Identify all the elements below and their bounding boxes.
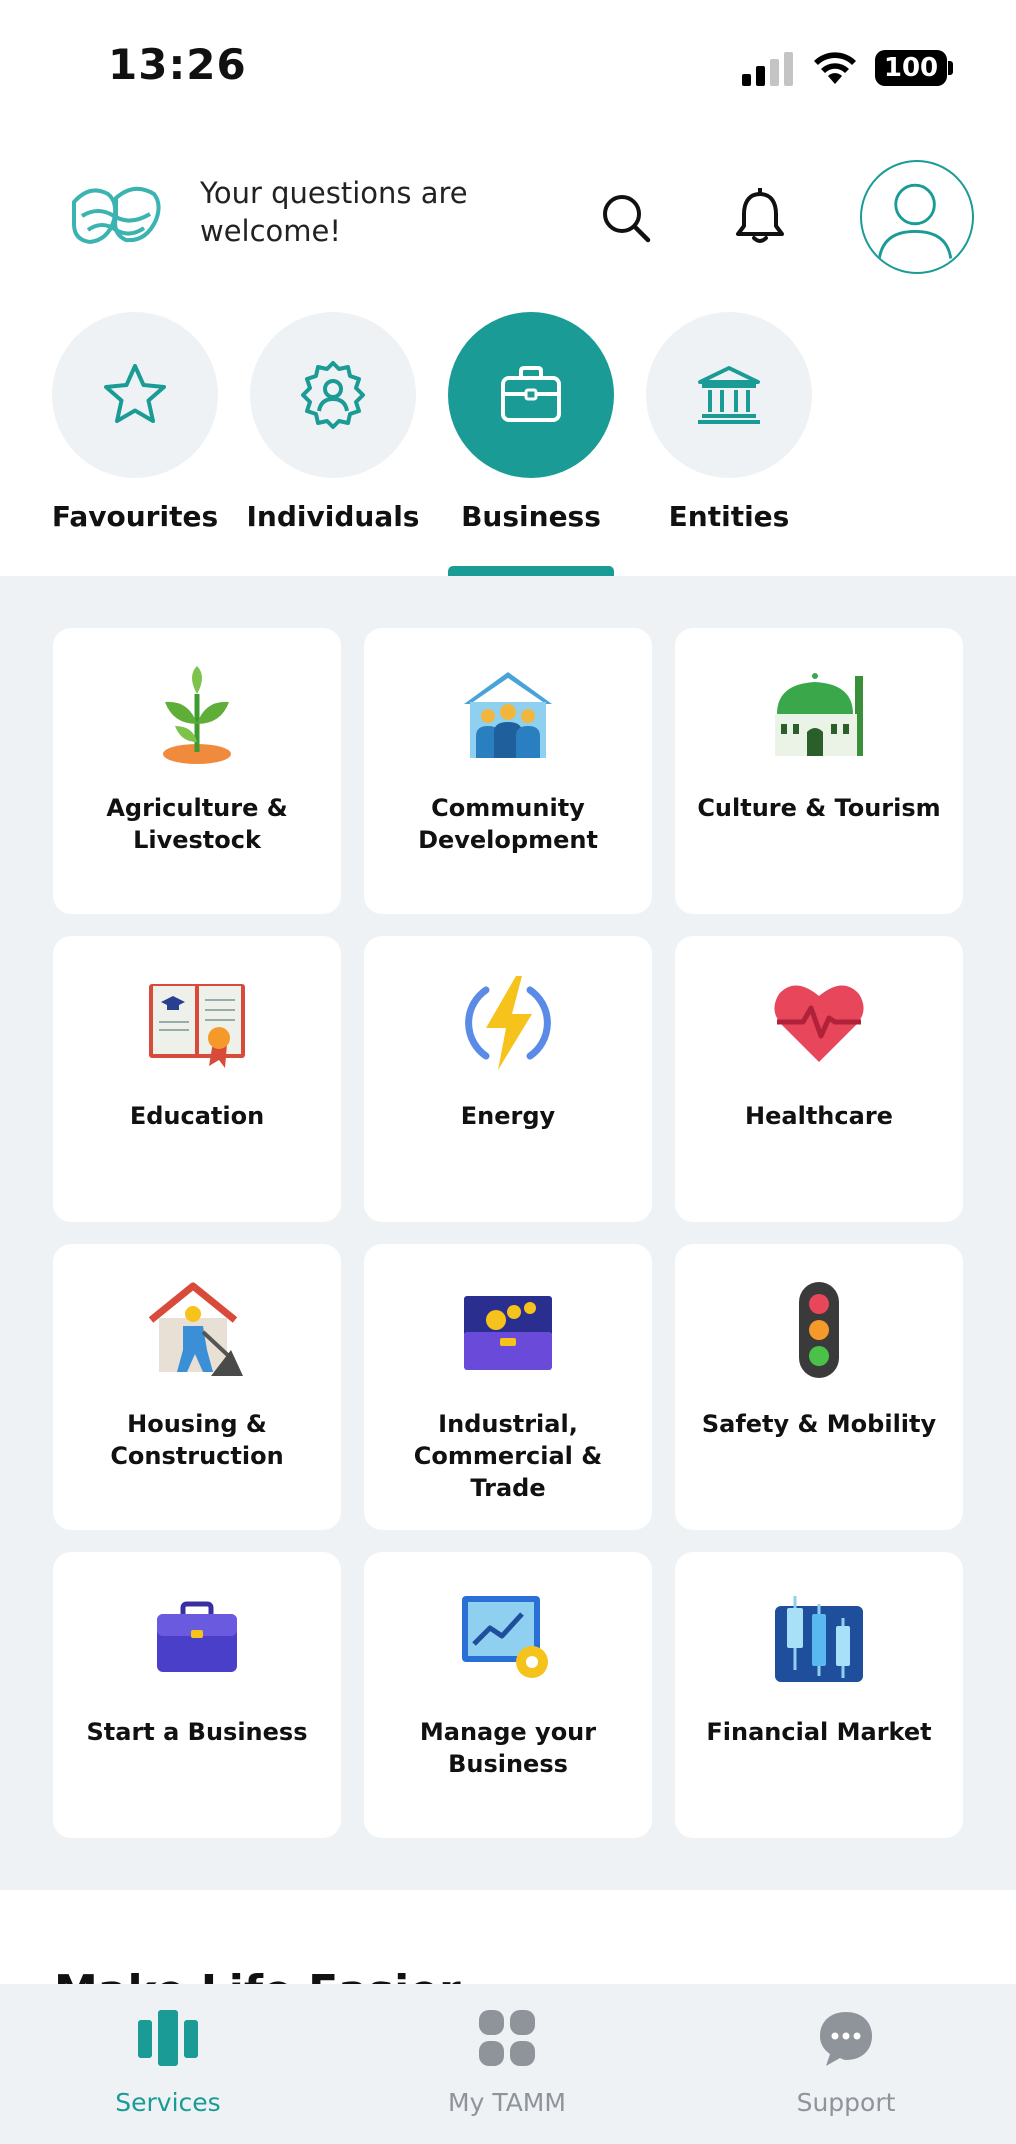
tab-label: Entities [668,500,790,533]
category-card-manage-business[interactable]: Manage your Business [364,1552,652,1838]
chart-gear-icon [462,1596,548,1678]
tab-business[interactable]: Business [448,312,614,572]
category-card-housing[interactable]: Housing & Construction [53,1244,341,1530]
nav-support[interactable]: Support [746,2006,946,2117]
category-label: Energy [460,1102,556,1130]
nav-label: Services [115,2088,221,2117]
tab-individuals-circle [250,312,416,478]
category-card-industrial[interactable]: Industrial, Commercial & Trade [364,1244,652,1530]
category-label: Culture & Tourism [697,794,941,822]
community-house-icon [464,672,552,758]
tab-business-circle [448,312,614,478]
nav-label: My TAMM [448,2088,566,2117]
tab-entities[interactable]: Entities [646,312,812,572]
user-icon [877,183,953,259]
category-label: Safety & Mobility [701,1410,937,1438]
bottom-navigation: Services My TAMM Support [0,1984,1016,2144]
tamm-logo-icon [72,186,161,244]
active-tab-indicator [448,566,614,576]
nav-services[interactable]: Services [68,2006,268,2117]
category-card-education[interactable]: Education [53,936,341,1222]
category-card-agriculture[interactable]: Agriculture & Livestock [53,628,341,914]
sprout-icon [163,666,231,764]
category-card-safety[interactable]: Safety & Mobility [675,1244,963,1530]
briefcase-icon [501,366,561,422]
tab-entities-circle [646,312,812,478]
category-card-start-business[interactable]: Start a Business [53,1552,341,1838]
category-card-financial-market[interactable]: Financial Market [675,1552,963,1838]
nav-label: Support [796,2088,896,2117]
briefcase-icon [157,1601,237,1672]
lightning-icon [465,976,551,1070]
services-grid: Agriculture & Livestock Community Develo… [0,576,1016,1890]
category-label: Manage your Business [419,1718,597,1778]
category-label: Community Development [418,794,598,854]
battery-indicator: 100 [875,50,947,86]
category-label: Industrial, Commercial & Trade [413,1410,603,1502]
battery-tip [948,61,953,75]
category-card-culture[interactable]: Culture & Tourism [675,628,963,914]
category-label: Agriculture & Livestock [106,794,288,854]
category-label: Education [129,1102,265,1130]
category-label: Financial Market [706,1718,932,1746]
profile-avatar[interactable] [860,160,974,274]
category-card-healthcare[interactable]: Healthcare [675,936,963,1222]
notification-bell-icon[interactable] [733,188,787,246]
category-card-community[interactable]: Community Development [364,628,652,914]
toolbox-icon [464,1296,552,1370]
welcome-message: Your questions are welcome! [200,176,468,248]
mosque-icon [775,673,863,756]
candlestick-chart-icon [775,1596,863,1682]
status-time: 13:26 [108,40,247,89]
chat-bubble-icon [820,2012,872,2066]
category-label: Start a Business [86,1718,308,1746]
star-icon [104,364,166,423]
traffic-light-icon [799,1282,839,1378]
wifi-icon [814,52,856,84]
heart-pulse-icon [774,985,864,1062]
services-icon [138,2010,198,2066]
construction-worker-icon [148,1282,243,1376]
tab-favourites-circle [52,312,218,478]
category-card-energy[interactable]: Energy [364,936,652,1222]
status-bar: 13:26 100 [0,0,1016,130]
section-title: Make Life Easier [54,1966,461,1986]
signal-icon [742,52,793,86]
grid-icon [479,2010,535,2066]
institution-icon [698,366,760,424]
category-label: Housing & Construction [110,1410,284,1470]
book-icon [149,984,245,1068]
category-label: Healthcare [745,1102,893,1130]
tab-favourites[interactable]: Favourites [52,312,218,572]
person-gear-icon [301,361,365,429]
search-icon[interactable] [598,190,652,244]
nav-my-tamm[interactable]: My TAMM [407,2006,607,2117]
tab-individuals[interactable]: Individuals [247,312,419,572]
